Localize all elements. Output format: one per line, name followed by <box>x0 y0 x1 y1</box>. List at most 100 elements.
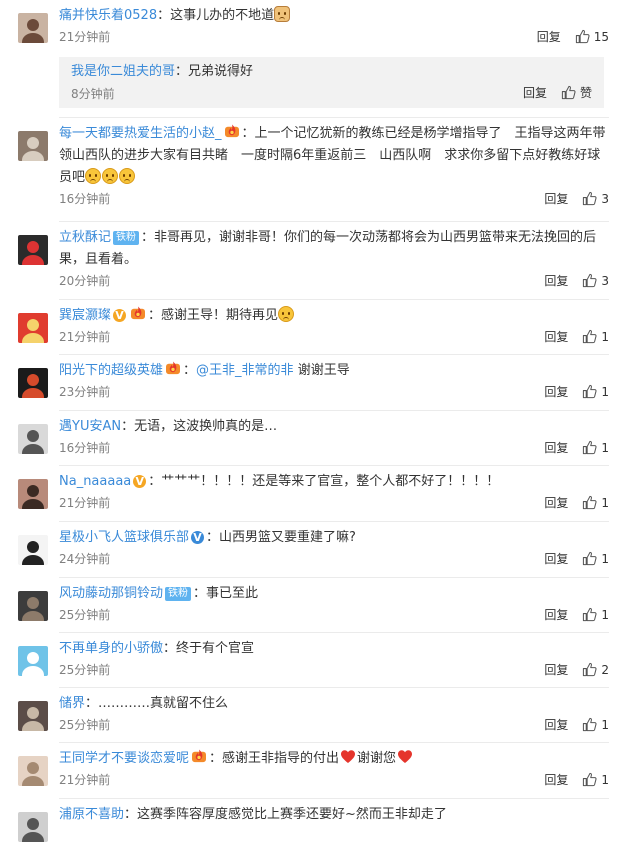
like-button[interactable]: 赞 <box>561 85 592 101</box>
colon-separator: ： <box>209 751 223 766</box>
like-count: 1 <box>601 330 609 344</box>
colon-separator: ： <box>206 530 220 545</box>
avatar[interactable] <box>18 756 48 786</box>
avatar[interactable] <box>18 131 48 161</box>
divider <box>59 521 609 522</box>
divider <box>59 299 609 300</box>
reply-button[interactable]: 回复 <box>544 191 568 207</box>
divider <box>59 410 609 411</box>
like-button[interactable]: 1 <box>582 717 609 733</box>
colon-separator: ： <box>183 363 197 378</box>
comment-username[interactable]: 储界 <box>59 696 85 711</box>
colon-separator: ： <box>175 64 189 79</box>
comment-username[interactable]: 星极小飞人篮球俱乐部 <box>59 530 189 545</box>
avatar[interactable] <box>18 13 48 43</box>
like-button[interactable]: 1 <box>582 440 609 456</box>
avatar[interactable] <box>18 646 48 676</box>
divider <box>59 687 609 688</box>
reply-thread: 我是你二姐夫的哥：兄弟说得好 8分钟前 回复 赞 <box>59 57 604 108</box>
verified-gold-icon: V <box>113 309 127 322</box>
comment-text-line: 王同学才不要谈恋爱呢 ：感谢王非指导的付出 谢谢您 <box>59 748 607 770</box>
reply-button[interactable]: 回复 <box>544 329 568 345</box>
like-count: 1 <box>601 608 609 622</box>
comment-username[interactable]: Na_naaaaa <box>59 474 131 489</box>
avatar[interactable] <box>18 479 48 509</box>
avatar[interactable] <box>18 701 48 731</box>
comment-text-line: 浦原不喜助：这赛季阵容厚度感觉比上赛季还要好~然而王非却走了 <box>59 804 607 826</box>
reply-button[interactable]: 回复 <box>544 662 568 678</box>
comment-text-line: 巽宸灏璨 V ：感谢王导！期待再见 <box>59 305 607 327</box>
comment-time: 16分钟前 <box>59 441 111 455</box>
comment-actions: 回复 3 <box>544 273 609 289</box>
comment-text-tail: 谢谢您 <box>357 751 397 766</box>
avatar[interactable] <box>18 313 48 343</box>
comment-text-line: 立秋酥记 铁粉 ：非哥再见，谢谢非哥！你们的每一次动荡都将会为山西男篮带来无法挽回的… <box>59 227 607 271</box>
comment-username[interactable]: 痛并快乐着0528 <box>59 8 157 23</box>
like-button[interactable]: 1 <box>582 495 609 511</box>
comment-username[interactable]: 浦原不喜助 <box>59 807 124 822</box>
comment-time: 25分钟前 <box>59 608 111 622</box>
colon-separator: ： <box>85 696 99 711</box>
reply-button[interactable]: 回复 <box>544 551 568 567</box>
reply-button[interactable]: 回复 <box>544 772 568 788</box>
comment-text: 感谢王导！期待再见 <box>161 308 279 323</box>
like-button[interactable]: 3 <box>582 191 609 207</box>
reply-button[interactable]: 回复 <box>523 85 547 101</box>
comment-text: …………真就留不住么 <box>98 696 229 711</box>
divider <box>59 742 609 743</box>
avatar[interactable] <box>18 235 48 265</box>
like-button[interactable]: 1 <box>582 772 609 788</box>
avatar[interactable] <box>18 368 48 398</box>
like-button[interactable]: 2 <box>582 662 609 678</box>
comment-username[interactable]: 每一天都要热爱生活的小赵_ <box>59 126 222 141</box>
comment-time: 20分钟前 <box>59 274 111 288</box>
divider <box>59 632 609 633</box>
thumbs-up-icon <box>583 440 597 455</box>
like-button[interactable]: 1 <box>582 384 609 400</box>
comment-text: 山西男篮又要重建了嘛? <box>219 530 356 545</box>
avatar[interactable] <box>18 535 48 565</box>
colon-separator: ： <box>148 474 162 489</box>
thumbs-up-icon <box>583 273 597 288</box>
reply-button[interactable]: 回复 <box>544 384 568 400</box>
reply-button[interactable]: 回复 <box>544 495 568 511</box>
comment-text-line: 不再单身的小骄傲：终于有个官宣 <box>59 638 607 660</box>
like-button[interactable]: 1 <box>582 551 609 567</box>
avatar[interactable] <box>18 591 48 621</box>
comment-time: 21分钟前 <box>59 330 111 344</box>
reply-button[interactable]: 回复 <box>544 273 568 289</box>
avatar[interactable] <box>18 424 48 454</box>
reply-actions: 回复 赞 <box>523 85 592 101</box>
like-button[interactable]: 1 <box>582 329 609 345</box>
colon-separator: ： <box>163 641 177 656</box>
mention-link[interactable]: @王非_非常的非 <box>196 363 294 378</box>
reply-username[interactable]: 我是你二姐夫的哥 <box>71 64 175 79</box>
reply-button[interactable]: 回复 <box>544 440 568 456</box>
reply-button[interactable]: 回复 <box>537 29 561 45</box>
comment-text: 感谢王非指导的付出 <box>222 751 340 766</box>
reply-button[interactable]: 回复 <box>544 607 568 623</box>
divider <box>59 354 609 355</box>
reply-button[interactable]: 回复 <box>544 717 568 733</box>
avatar[interactable] <box>18 812 48 842</box>
comment-username[interactable]: 阳光下的超级英雄 <box>59 363 163 378</box>
comment-username[interactable]: 风动藤动那铜铃动 <box>59 586 163 601</box>
comment-text-line: 储界：…………真就留不住么 <box>59 693 607 715</box>
like-count: 1 <box>601 552 609 566</box>
thumbs-up-icon <box>583 607 597 622</box>
comment-username[interactable]: 遇YU安AN <box>59 419 121 434</box>
comment-username[interactable]: 立秋酥记 <box>59 230 111 245</box>
comment-username[interactable]: 王同学才不要谈恋爱呢 <box>59 751 189 766</box>
fan-level-fire-icon <box>192 749 207 763</box>
dog-face-emoji <box>274 6 291 22</box>
like-button[interactable]: 15 <box>575 29 609 45</box>
like-count: 15 <box>593 30 609 44</box>
comment-username[interactable]: 巽宸灏璨 <box>59 308 111 323</box>
like-button[interactable]: 3 <box>582 273 609 289</box>
like-button[interactable]: 1 <box>582 607 609 623</box>
colon-separator: ： <box>121 419 135 434</box>
comment-time: 25分钟前 <box>59 663 111 677</box>
comment-username[interactable]: 不再单身的小骄傲 <box>59 641 163 656</box>
verified-blue-icon: V <box>191 531 205 544</box>
comment-text-line: 阳光下的超级英雄 ：@王非_非常的非 谢谢王导 <box>59 360 607 382</box>
